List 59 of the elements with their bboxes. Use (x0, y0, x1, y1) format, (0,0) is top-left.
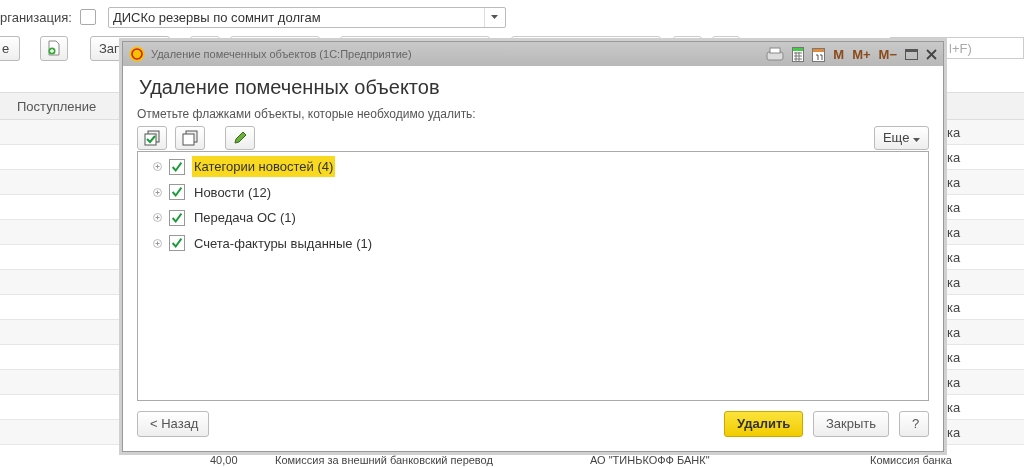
caret-icon (913, 138, 920, 142)
item-checkbox[interactable] (169, 209, 185, 226)
table-cell: ка (947, 349, 961, 365)
calculator-icon[interactable] (792, 46, 805, 62)
memory-button[interactable]: M+ (852, 46, 871, 62)
item-checkbox[interactable] (169, 235, 185, 252)
window-title: Удаление помеченных объектов (1С:Предприятие) (151, 48, 412, 60)
table-cell: Комиссия банка (870, 454, 952, 466)
organization-combo[interactable]: ДИСКо резервы по сомнит долгам (107, 6, 506, 28)
close-icon[interactable] (926, 48, 937, 60)
table-cell: ка (947, 274, 961, 290)
table-cell: АО "ТИНЬКОФФ БАНК" (590, 454, 710, 466)
item-checkbox[interactable] (169, 184, 185, 201)
table-cell: ка (947, 149, 961, 165)
item-checkbox[interactable] (169, 158, 185, 175)
check-all-button[interactable] (137, 125, 167, 150)
app-logo-icon (129, 46, 145, 62)
table-cell: ка (947, 199, 961, 215)
tree-item[interactable]: Категории новостей (4) (192, 156, 336, 178)
table-cell: ка (947, 224, 961, 240)
toolbar-button[interactable]: е (0, 35, 20, 61)
dropdown-icon[interactable] (491, 15, 499, 19)
instruction-text: Отметьте флажками объекты, которые необходимо удалить: (137, 107, 477, 121)
memory-button[interactable]: M (833, 46, 845, 62)
table-cell: ка (947, 299, 961, 315)
close-button[interactable]: Закрыть (813, 410, 889, 437)
filter-checkbox[interactable] (79, 9, 96, 25)
table-cell: ка (947, 424, 961, 440)
add-document-icon (47, 40, 61, 56)
maximize-icon[interactable] (905, 48, 918, 60)
table-cell: ка (947, 124, 961, 140)
edit-button[interactable] (225, 125, 255, 150)
uncheck-all-icon (182, 129, 198, 146)
check-all-icon (144, 129, 160, 146)
calendar-icon[interactable] (812, 46, 826, 62)
back-button[interactable]: < Назад (137, 410, 209, 437)
help-button[interactable]: ? (899, 410, 929, 437)
tree-item[interactable]: Новости (12) (192, 181, 274, 203)
table-cell: ка (947, 399, 961, 415)
filter-label: рганизация: (0, 9, 72, 25)
printer-icon[interactable] (766, 47, 785, 61)
dialog-heading: Удаление помеченных объектов (139, 76, 441, 99)
table-cell: 40,00 (210, 454, 238, 466)
pencil-icon (233, 130, 247, 145)
tree-item[interactable]: Передача ОС (1) (192, 207, 298, 229)
table-cell: ка (947, 324, 961, 340)
delete-button[interactable]: Удалить (724, 410, 803, 437)
expand-icon[interactable] (153, 162, 162, 172)
tree-item[interactable]: Счета-фактуры выданные (1) (192, 232, 375, 254)
table-cell: Комиссия за внешний банковский перевод (275, 454, 493, 466)
uncheck-all-button[interactable] (175, 125, 205, 150)
expand-icon[interactable] (153, 238, 162, 248)
expand-icon[interactable] (153, 213, 162, 223)
add-document-button[interactable] (40, 35, 68, 61)
more-button[interactable]: Еще (873, 125, 929, 150)
expand-icon[interactable] (153, 187, 162, 197)
table-cell: ка (947, 374, 961, 390)
table-cell: ка (947, 174, 961, 190)
table-cell: ка (947, 249, 961, 265)
